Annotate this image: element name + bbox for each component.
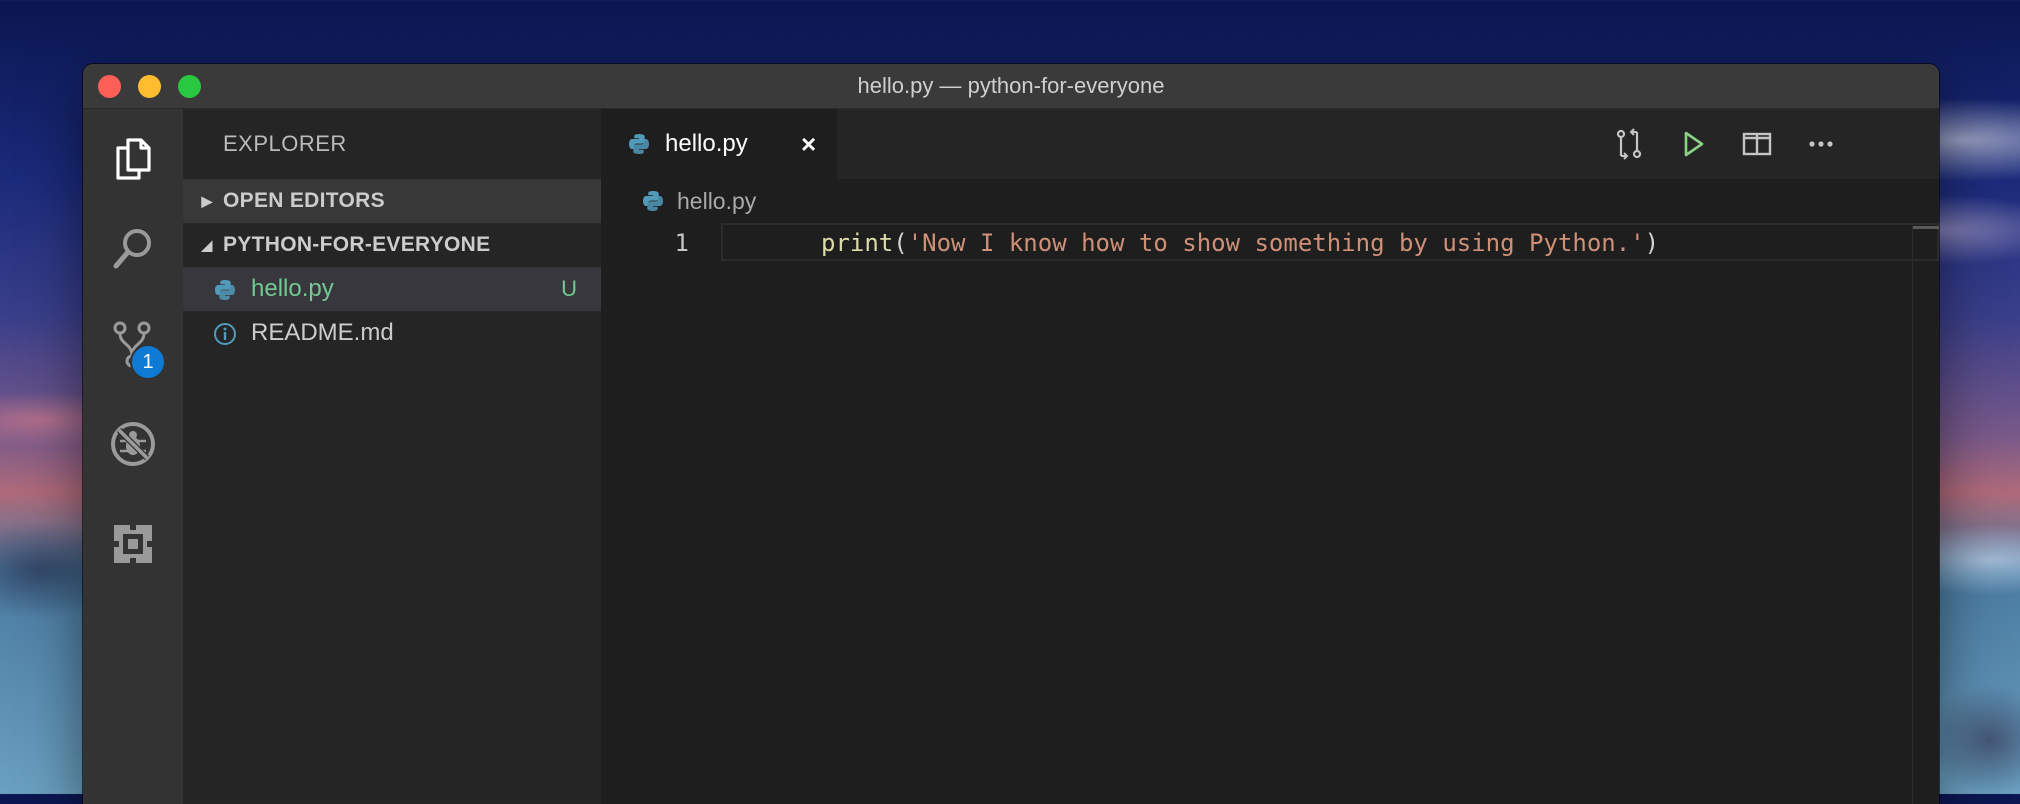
file-name: README.md: [251, 319, 394, 346]
code-close-paren: ): [1644, 229, 1660, 257]
open-editors-label: OPEN EDITORS: [223, 189, 385, 212]
ellipsis-icon: [1809, 141, 1833, 147]
editor-tab-bar: hello.py ×: [601, 109, 1939, 179]
info-icon: [214, 323, 236, 345]
breadcrumb-file: hello.py: [677, 188, 757, 214]
file-item-hello-py[interactable]: hello.py U: [183, 267, 601, 311]
open-editors-section[interactable]: ▶ OPEN EDITORS: [183, 179, 601, 223]
split-editor-icon: [1742, 132, 1772, 156]
run-python-button[interactable]: [1673, 124, 1713, 164]
files-icon: [116, 138, 151, 180]
untracked-status-badge: U: [561, 276, 577, 301]
extensions-icon: [111, 522, 155, 566]
project-folder-section[interactable]: ◢ PYTHON-FOR-EVERYONE: [183, 223, 601, 267]
search-icon: [113, 229, 151, 269]
python-icon: [643, 191, 663, 211]
chevron-right-icon: ▶: [201, 193, 213, 209]
split-editor-button[interactable]: [1737, 124, 1777, 164]
code-open-paren: (: [893, 229, 908, 257]
activity-source-control[interactable]: 1: [83, 299, 183, 389]
tab-label: hello.py: [665, 130, 748, 157]
python-icon: [629, 134, 649, 154]
open-changes-button[interactable]: [1609, 124, 1649, 164]
code-line[interactable]: 1 print('Now I know how to show somethin…: [601, 223, 1939, 263]
window-title: hello.py — python-for-everyone: [857, 73, 1165, 98]
vertical-scrollbar[interactable]: [1912, 223, 1913, 804]
overview-ruler-marker: [1913, 226, 1939, 229]
activity-debug[interactable]: [83, 399, 183, 489]
explorer-sidebar: EXPLORER ▶ OPEN EDITORS ◢ PYTHON-FOR-EVE…: [183, 109, 601, 804]
activity-bar: 1: [83, 109, 183, 804]
compare-changes-icon: [1616, 128, 1642, 160]
source-control-badge: 1: [130, 344, 166, 380]
tab-hello-py[interactable]: hello.py ×: [601, 109, 837, 179]
code-text[interactable]: print('Now I know how to show something …: [821, 223, 1659, 263]
chevron-down-icon: ◢: [201, 237, 213, 253]
activity-search[interactable]: [83, 204, 183, 294]
activity-explorer[interactable]: [83, 114, 183, 204]
code-string: 'Now I know how to show something by usi…: [907, 229, 1645, 257]
file-item-readme-md[interactable]: README.md: [183, 311, 601, 355]
python-icon: [215, 280, 235, 300]
sidebar-title: EXPLORER: [223, 131, 347, 156]
title-bar[interactable]: hello.py — python-for-everyone: [83, 64, 1939, 109]
close-icon[interactable]: ×: [801, 109, 816, 179]
editor-area: hello.py × hello.py 1 print('Now I know …: [601, 109, 1939, 804]
line-number: 1: [674, 229, 689, 257]
vscode-window: hello.py — python-for-everyone 1 EXPLORE…: [83, 64, 1939, 804]
more-actions-button[interactable]: [1801, 124, 1841, 164]
no-bug-icon: [111, 422, 155, 466]
file-name: hello.py: [251, 275, 334, 302]
activity-extensions[interactable]: [83, 499, 183, 589]
project-folder-label: PYTHON-FOR-EVERYONE: [223, 233, 491, 256]
code-function: print: [821, 229, 894, 257]
play-icon: [1684, 131, 1704, 157]
